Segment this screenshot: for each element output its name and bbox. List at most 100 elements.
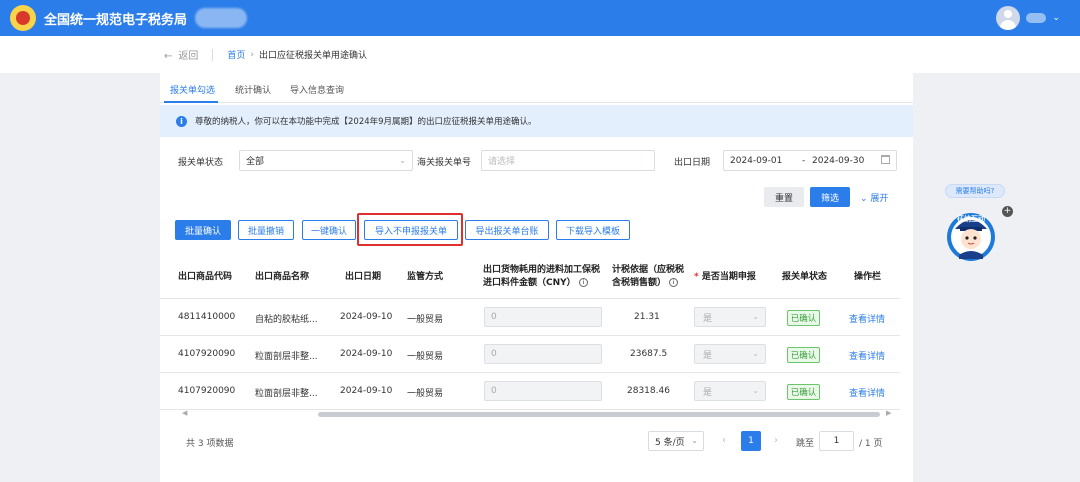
- page-size-select[interactable]: 5 条/页 ⌄: [648, 431, 704, 451]
- goto-page-input[interactable]: 1: [819, 431, 854, 451]
- top-navbar: 全国统一规范电子税务局 ⌄: [0, 0, 1080, 36]
- tab-bar: 报关单勾选 统计确认 导入信息查询: [160, 73, 913, 103]
- chevron-down-icon: ⌄: [691, 436, 698, 445]
- col-date: 出口日期: [345, 272, 382, 282]
- status-filter-label: 报关单状态: [178, 158, 224, 168]
- tab-statistics-confirm[interactable]: 统计确认: [235, 83, 271, 96]
- breadcrumb-current: 出口应征税报关单用途确认: [259, 51, 368, 61]
- table-row: 4107920090 粒面剖层非整... 2024-09-10 一般贸易 0 2…: [160, 336, 900, 373]
- help-icon[interactable]: i: [578, 278, 588, 287]
- goto-label: 跳至: [796, 439, 815, 449]
- highlight-annotation-box: [357, 213, 463, 246]
- col-basis: 计税依据（应税税 含税销售额） i: [612, 264, 684, 290]
- main-panel: 报关单勾选 统计确认 导入信息查询 i 尊敬的纳税人，你可以在本功能中完成【20…: [160, 73, 913, 482]
- scroll-right-icon[interactable]: ▶: [886, 409, 891, 417]
- total-count: 共 3 项数据: [186, 439, 234, 449]
- cell-basis: 23687.5: [630, 349, 668, 359]
- amount-input: 0: [484, 381, 602, 401]
- download-template-button[interactable]: 下载导入模板: [556, 220, 630, 240]
- cell-code: 4811410000: [178, 312, 236, 322]
- col-code: 出口商品代码: [178, 272, 233, 282]
- scrollbar-thumb[interactable]: [318, 412, 880, 417]
- tab-import-query[interactable]: 导入信息查询: [290, 83, 344, 96]
- table-row: 4107920090 粒面剖层非整... 2024-09-10 一般贸易 0 2…: [160, 373, 900, 410]
- app-title: 全国统一规范电子税务局: [44, 12, 188, 28]
- chevron-down-icon: ⌄: [752, 312, 759, 321]
- user-menu[interactable]: ⌄: [996, 6, 1060, 30]
- tab-declaration-select[interactable]: 报关单勾选: [170, 83, 215, 96]
- declare-select: 是 ⌄: [694, 381, 766, 401]
- declare-select: 是 ⌄: [694, 307, 766, 327]
- assistant-avatar-icon[interactable]: 征纳互动: [945, 203, 997, 263]
- date-start[interactable]: 2024-09-01: [730, 156, 782, 166]
- cell-name: 自粘的胶粘纸...: [255, 315, 318, 325]
- back-label: 返回: [178, 51, 199, 62]
- calendar-icon: [881, 155, 890, 164]
- customs-no-input[interactable]: 请选择: [481, 150, 655, 171]
- col-basis-line2: 含税销售额）: [612, 278, 667, 288]
- cell-date: 2024-09-10: [340, 312, 393, 322]
- cell-code: 4107920090: [178, 349, 236, 359]
- date-separator: -: [802, 156, 806, 166]
- chevron-right-icon: ›: [250, 49, 255, 60]
- view-details-link[interactable]: 查看详情: [849, 312, 885, 325]
- cell-basis: 28318.46: [627, 386, 670, 396]
- required-marker: *: [694, 272, 702, 282]
- batch-revoke-button[interactable]: 批量撤销: [238, 220, 294, 240]
- scroll-left-icon[interactable]: ◀: [182, 409, 187, 417]
- filter-button[interactable]: 筛选: [810, 187, 850, 207]
- chevron-down-icon[interactable]: ⌄: [1052, 13, 1060, 23]
- one-click-confirm-button[interactable]: 一键确认: [302, 220, 356, 240]
- chevron-down-icon: ⌄: [752, 386, 759, 395]
- date-end[interactable]: 2024-09-30: [812, 156, 864, 166]
- cell-code: 4107920090: [178, 386, 236, 396]
- cell-method: 一般贸易: [407, 389, 444, 399]
- cell-date: 2024-09-10: [340, 349, 393, 359]
- export-date-range[interactable]: 2024-09-01 - 2024-09-30: [723, 150, 897, 171]
- blurred-user-name: [1026, 13, 1047, 23]
- cell-method: 一般贸易: [407, 315, 444, 325]
- col-declare-label: 是否当期申报: [701, 272, 756, 282]
- arrow-left-icon: ←: [164, 51, 173, 62]
- amount-input: 0: [484, 344, 602, 364]
- current-page-button[interactable]: 1: [741, 431, 761, 451]
- back-button[interactable]: ← 返回: [164, 47, 198, 62]
- tax-emblem-logo: [10, 5, 36, 31]
- export-ledger-button[interactable]: 导出报关单台账: [465, 220, 549, 240]
- chevron-down-icon: ⌄: [752, 349, 759, 358]
- total-pages: / 1 页: [859, 439, 883, 449]
- cell-method: 一般贸易: [407, 352, 444, 362]
- help-icon[interactable]: i: [669, 278, 679, 287]
- breadcrumb-home[interactable]: 首页: [227, 48, 245, 61]
- declare-value: 是: [703, 350, 713, 361]
- user-avatar-icon[interactable]: [996, 6, 1021, 30]
- status-badge: 已确认: [787, 384, 820, 400]
- col-op: 操作栏: [854, 272, 882, 282]
- table-header: 出口商品代码 出口商品名称 出口日期 监管方式 出口货物耗用的进料加工保税 进口…: [160, 256, 900, 299]
- page-size-value: 5 条/页: [655, 437, 685, 448]
- status-filter-select[interactable]: 全部 ⌄: [239, 150, 413, 171]
- col-status: 报关单状态: [782, 272, 828, 282]
- view-details-link[interactable]: 查看详情: [849, 386, 885, 399]
- expand-label: 展开: [870, 194, 889, 204]
- cell-name: 粒面剖层非整...: [255, 389, 318, 399]
- status-badge: 已确认: [787, 347, 820, 363]
- next-page-icon[interactable]: ›: [774, 435, 778, 446]
- prev-page-icon[interactable]: ‹: [722, 435, 726, 446]
- info-notice: i 尊敬的纳税人，你可以在本功能中完成【2024年9月属期】的出口应征税报关单用…: [160, 105, 913, 137]
- plus-icon[interactable]: +: [1002, 206, 1013, 217]
- col-method: 监管方式: [407, 272, 444, 282]
- info-icon: i: [176, 115, 187, 127]
- view-details-link[interactable]: 查看详情: [849, 349, 885, 362]
- batch-confirm-button[interactable]: 批量确认: [175, 220, 231, 240]
- help-bubble[interactable]: 需要帮助吗?: [945, 184, 1005, 198]
- declare-select: 是 ⌄: [694, 344, 766, 364]
- declare-value: 是: [703, 387, 713, 398]
- status-filter-value: 全部: [246, 157, 265, 167]
- col-amount: 出口货物耗用的进料加工保税 进口料件金额（CNY） i: [483, 264, 600, 290]
- chevron-down-icon: ⌄: [399, 156, 406, 165]
- expand-filters-toggle[interactable]: ⌄ 展开: [860, 191, 888, 204]
- divider: [212, 48, 214, 61]
- customs-no-label: 海关报关单号: [417, 158, 472, 168]
- reset-button[interactable]: 重置: [764, 187, 804, 207]
